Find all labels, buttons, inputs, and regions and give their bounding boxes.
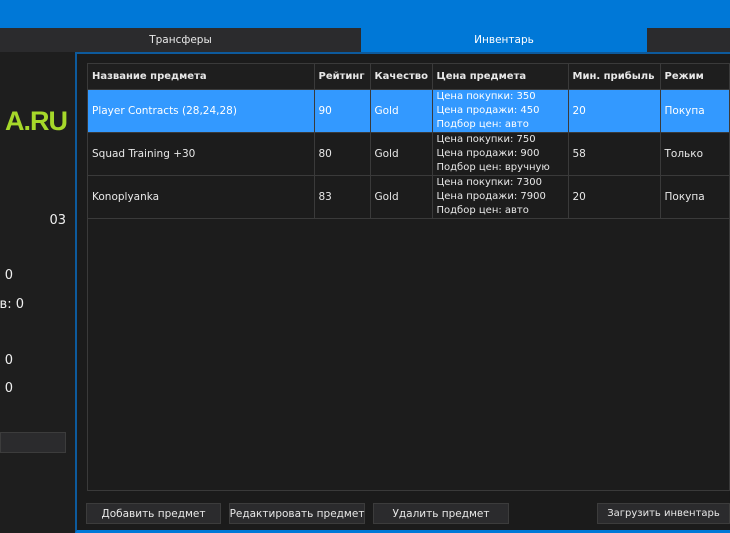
cell-mode: Покупа [660, 89, 730, 133]
cell-rating: 83 [314, 175, 371, 219]
stat-4: 0 [4, 353, 13, 368]
col-name[interactable]: Название предмета [88, 64, 315, 90]
cell-quality: Gold [370, 89, 433, 133]
cell-price: Цена покупки: 7300 Цена продажи: 7900 Подб… [432, 175, 569, 219]
col-price[interactable]: Цена предмета [432, 64, 569, 90]
col-min-profit[interactable]: Мин. прибыль [568, 64, 661, 90]
cell-name: Player Contracts (28,24,28) [88, 89, 315, 133]
tab-transfers[interactable]: Трансферы [0, 28, 361, 52]
cell-price: Цена покупки: 350 Цена продажи: 450 Подбор… [432, 89, 569, 133]
delete-item-button[interactable]: Удалить предмет [373, 503, 509, 524]
cell-name: Konoplyanka [88, 175, 315, 219]
sell-price: Цена продажи: 450 [436, 104, 540, 116]
add-item-button[interactable]: Добавить предмет [86, 503, 221, 524]
buy-price: Цена покупки: 7300 [436, 176, 542, 188]
col-quality[interactable]: Качество [370, 64, 433, 90]
pricing-mode: Подбор цен: вручную [436, 161, 550, 173]
tab-inventory[interactable]: Инвентарь [361, 28, 647, 52]
cell-quality: Gold [370, 132, 433, 176]
table-header: Название предмета Рейтинг Качество Цена … [88, 64, 730, 90]
stat-1: 03 [49, 213, 66, 228]
table-row[interactable]: Squad Training +30 80 Gold Цена покупки:… [88, 132, 730, 176]
tab-bar: Трансферы Инвентарь [0, 28, 730, 52]
title-bar [0, 0, 730, 28]
table-row[interactable]: Konoplyanka 83 Gold Цена покупки: 7300 Це… [88, 175, 730, 219]
load-inventory-button[interactable]: Загрузить инвентарь [597, 503, 730, 524]
col-rating[interactable]: Рейтинг [314, 64, 371, 90]
cell-quality: Gold [370, 175, 433, 219]
stat-5: 0 [4, 381, 13, 396]
buy-price: Цена покупки: 350 [436, 90, 536, 102]
pricing-mode: Подбор цен: авто [436, 204, 529, 216]
table-row[interactable]: Player Contracts (28,24,28) 90 Gold Цена… [88, 89, 730, 133]
stat-3: в: 0 [0, 297, 24, 312]
edit-item-button[interactable]: Редактировать предмет [229, 503, 365, 524]
cell-rating: 80 [314, 132, 371, 176]
cell-mode: Покупа [660, 175, 730, 219]
sell-price: Цена продажи: 900 [436, 147, 540, 159]
cell-rating: 90 [314, 89, 371, 133]
cell-min-profit: 20 [568, 175, 661, 219]
cell-name: Squad Training +30 [88, 132, 315, 176]
cell-mode: Только [660, 132, 730, 176]
tab-other[interactable] [647, 28, 730, 52]
left-button[interactable] [0, 432, 66, 453]
left-panel: A.RU 03 0 в: 0 0 0 [0, 52, 75, 533]
logo: A.RU [5, 106, 68, 136]
stat-2: 0 [4, 268, 13, 283]
cell-price: Цена покупки: 750 Цена продажи: 900 Подбор… [432, 132, 569, 176]
sell-price: Цена продажи: 7900 [436, 190, 546, 202]
pricing-mode: Подбор цен: авто [436, 118, 529, 130]
inventory-table[interactable]: Название предмета Рейтинг Качество Цена … [87, 63, 730, 491]
col-mode[interactable]: Режим [660, 64, 730, 90]
inventory-panel: Название предмета Рейтинг Качество Цена … [75, 52, 730, 533]
cell-min-profit: 58 [568, 132, 661, 176]
buy-price: Цена покупки: 750 [436, 133, 536, 145]
cell-min-profit: 20 [568, 89, 661, 133]
